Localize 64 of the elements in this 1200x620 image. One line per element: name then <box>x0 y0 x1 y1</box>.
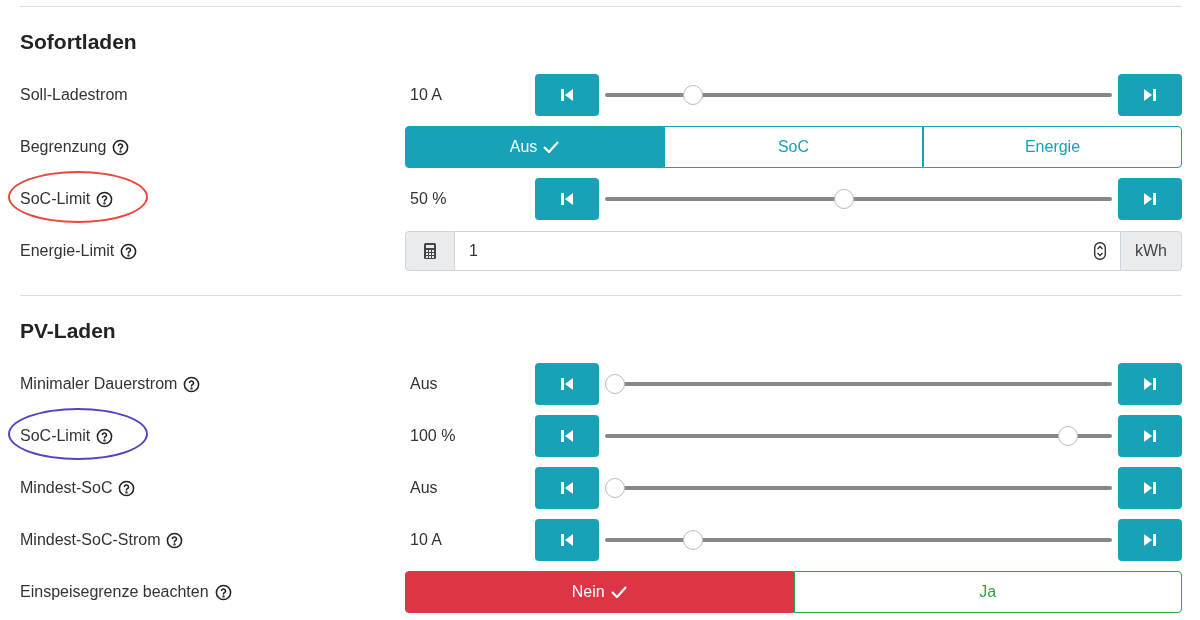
decrease-button[interactable] <box>535 415 599 457</box>
increase-button[interactable] <box>1118 519 1182 561</box>
decrease-button[interactable] <box>535 467 599 509</box>
slider-thumb[interactable] <box>682 530 703 550</box>
option-button[interactable]: Energie <box>923 126 1182 168</box>
value-label: 50 % <box>409 189 448 209</box>
option-button[interactable]: SoC <box>664 126 923 168</box>
field-label: SoC-Limit <box>20 426 91 446</box>
field-label: Mindest-SoC-Strom <box>20 530 161 550</box>
decrease-button[interactable] <box>535 363 599 405</box>
field-label: Energie-Limit <box>20 241 115 261</box>
value-label: Aus <box>409 374 439 394</box>
spinner-icon[interactable] <box>1094 242 1106 260</box>
slider-track[interactable] <box>605 425 1112 447</box>
field-label: Minimaler Dauerstrom <box>20 374 178 394</box>
step-forward-icon <box>1143 192 1157 206</box>
value-label: 10 A <box>409 530 444 550</box>
step-back-icon <box>560 192 574 206</box>
slider-thumb[interactable] <box>605 478 625 498</box>
step-back-icon <box>560 377 574 391</box>
check-icon <box>543 141 560 153</box>
check-icon <box>610 586 627 598</box>
field-label: SoC-Limit <box>20 189 91 209</box>
step-back-icon <box>560 88 574 102</box>
field-label: Begrenzung <box>20 137 107 157</box>
slider-track[interactable] <box>605 529 1112 551</box>
value-label: 100 % <box>409 426 457 446</box>
calculator-icon <box>424 243 436 259</box>
slider-track[interactable] <box>605 84 1112 106</box>
decrease-button[interactable] <box>535 519 599 561</box>
step-forward-icon <box>1143 533 1157 547</box>
field-label: Soll-Ladestrom <box>20 85 128 105</box>
slider-thumb[interactable] <box>1057 426 1078 446</box>
increase-button[interactable] <box>1118 74 1182 116</box>
step-back-icon <box>560 429 574 443</box>
unit-addon: kWh <box>1120 231 1182 271</box>
slider-track[interactable] <box>605 188 1112 210</box>
slider-track[interactable] <box>605 477 1112 499</box>
increase-button[interactable] <box>1118 363 1182 405</box>
increase-button[interactable] <box>1118 467 1182 509</box>
value-label: 10 A <box>409 85 444 105</box>
increase-button[interactable] <box>1118 178 1182 220</box>
field-label: Mindest-SoC <box>20 478 113 498</box>
increase-button[interactable] <box>1118 415 1182 457</box>
step-forward-icon <box>1143 377 1157 391</box>
section-heading: Sofortladen <box>20 29 138 55</box>
option-button[interactable]: Nein <box>405 571 794 613</box>
option-button[interactable]: Ja <box>793 571 1182 613</box>
step-forward-icon <box>1143 481 1157 495</box>
slider-thumb[interactable] <box>833 189 854 209</box>
slider-thumb[interactable] <box>682 85 703 105</box>
decrease-button[interactable] <box>535 178 599 220</box>
step-forward-icon <box>1143 88 1157 102</box>
option-button[interactable]: Aus <box>405 126 664 168</box>
slider-track[interactable] <box>605 373 1112 395</box>
energy-input-field[interactable]: 1 <box>455 231 1120 271</box>
section-heading: PV-Laden <box>20 318 117 344</box>
decrease-button[interactable] <box>535 74 599 116</box>
step-back-icon <box>560 481 574 495</box>
slider-thumb[interactable] <box>605 374 625 394</box>
field-label: Einspeisegrenze beachten <box>20 582 209 602</box>
value-label: Aus <box>409 478 439 498</box>
step-forward-icon <box>1143 429 1157 443</box>
step-back-icon <box>560 533 574 547</box>
